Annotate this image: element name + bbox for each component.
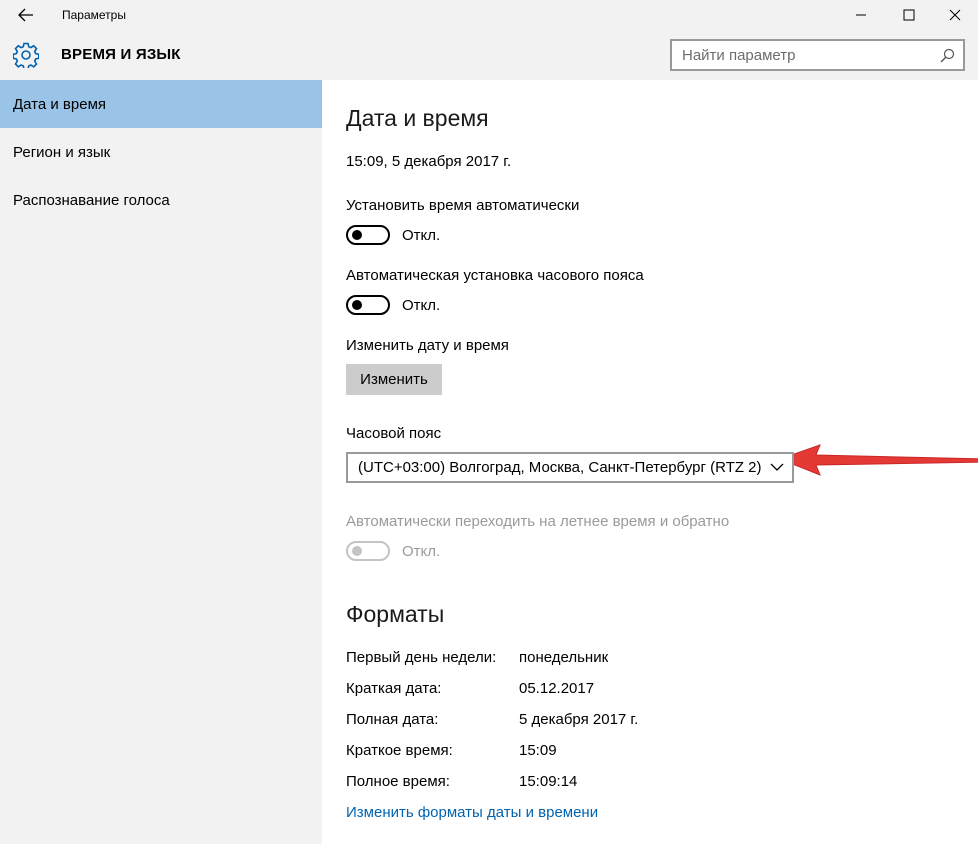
page-header: ВРЕМЯ И ЯЗЫК: [0, 30, 978, 80]
timezone-label: Часовой пояс: [346, 425, 442, 442]
auto-timezone-toggle[interactable]: [346, 295, 390, 315]
toggle-knob: [352, 546, 362, 556]
back-arrow-icon: [18, 8, 33, 22]
maximize-icon: [903, 9, 915, 21]
format-label-long-time: Полное время:: [346, 773, 450, 790]
dst-label: Автоматически переходить на летнее время…: [346, 513, 730, 530]
sidebar-item-region-language[interactable]: Регион и язык: [0, 128, 322, 176]
section-heading-date-time: Дата и время: [346, 105, 489, 131]
sidebar: Дата и время Регион и язык Распознавание…: [0, 80, 322, 844]
annotation-arrow-icon: [778, 444, 978, 476]
format-label-first-day: Первый день недели:: [346, 649, 497, 666]
format-label-long-date: Полная дата:: [346, 711, 439, 728]
format-value-short-date: 05.12.2017: [519, 680, 595, 697]
title-bar: Параметры: [0, 0, 978, 30]
sidebar-item-speech[interactable]: Распознавание голоса: [0, 176, 322, 224]
auto-timezone-state: Откл.: [402, 297, 441, 314]
maximize-button[interactable]: [886, 0, 932, 30]
window-title: Параметры: [62, 8, 126, 22]
change-datetime-button[interactable]: Изменить: [346, 364, 442, 395]
chevron-down-icon: [770, 463, 784, 471]
format-value-long-date: 5 декабря 2017 г.: [519, 711, 639, 728]
auto-time-toggle[interactable]: [346, 225, 390, 245]
format-value-long-time: 15:09:14: [519, 773, 578, 790]
toggle-knob: [352, 230, 362, 240]
gear-icon: [13, 42, 39, 68]
format-label-short-date: Краткая дата:: [346, 680, 442, 697]
main-content: Дата и время 15:09, 5 декабря 2017 г. Ус…: [322, 80, 978, 844]
sidebar-item-label: Распознавание голоса: [13, 191, 170, 209]
timezone-value: (UTC+03:00) Волгоград, Москва, Санкт-Пет…: [358, 459, 762, 476]
format-value-first-day: понедельник: [519, 649, 609, 666]
change-datetime-label: Изменить дату и время: [346, 337, 509, 354]
format-label-short-time: Краткое время:: [346, 742, 453, 759]
minimize-icon: [856, 14, 866, 16]
page-title: ВРЕМЯ И ЯЗЫК: [61, 46, 181, 63]
back-button[interactable]: [14, 4, 38, 26]
current-datetime: 15:09, 5 декабря 2017 г.: [346, 153, 512, 170]
minimize-button[interactable]: [838, 0, 884, 30]
auto-time-state: Откл.: [402, 227, 441, 244]
section-heading-formats: Форматы: [346, 601, 445, 627]
sidebar-item-label: Регион и язык: [13, 143, 111, 161]
close-icon: [949, 9, 961, 21]
search-icon[interactable]: [939, 48, 955, 64]
auto-timezone-label: Автоматическая установка часового пояса: [346, 267, 644, 284]
change-formats-link[interactable]: Изменить форматы даты и времени: [346, 804, 598, 821]
search-input[interactable]: [672, 46, 927, 64]
format-value-short-time: 15:09: [519, 742, 557, 759]
auto-time-label: Установить время автоматически: [346, 197, 580, 214]
sidebar-item-label: Дата и время: [13, 95, 107, 113]
close-button[interactable]: [932, 0, 978, 30]
sidebar-item-date-time[interactable]: Дата и время: [0, 80, 322, 128]
dst-toggle: [346, 541, 390, 561]
timezone-select[interactable]: (UTC+03:00) Волгоград, Москва, Санкт-Пет…: [346, 452, 794, 483]
search-box[interactable]: [670, 39, 965, 71]
dst-state: Откл.: [402, 543, 441, 560]
toggle-knob: [352, 300, 362, 310]
